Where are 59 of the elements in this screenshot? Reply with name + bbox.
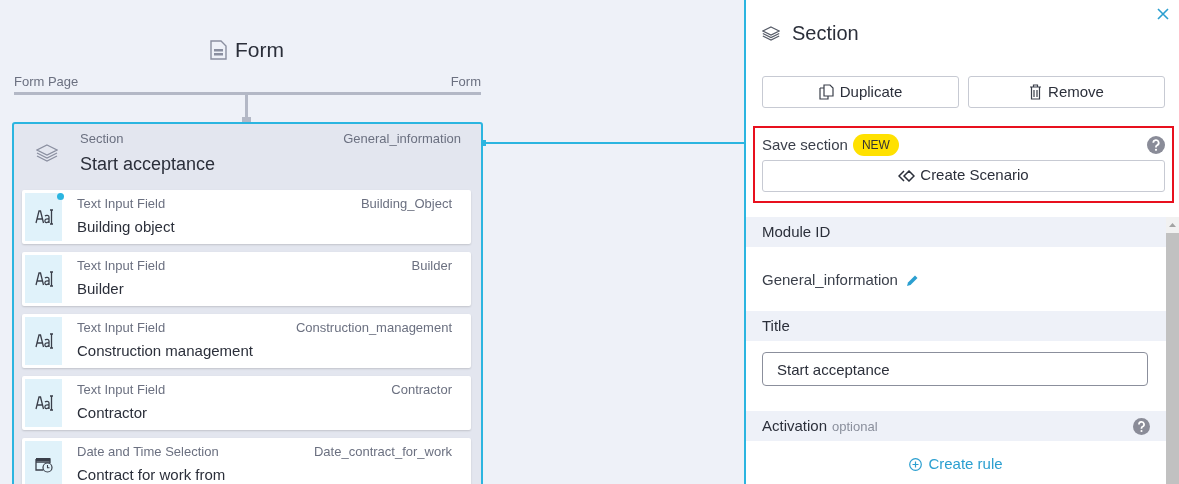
help-icon[interactable] (1147, 136, 1165, 155)
scrollbar[interactable] (1166, 217, 1179, 484)
create-scenario-button[interactable]: Create Scenario (762, 159, 1165, 192)
new-badge: NEW (852, 134, 899, 157)
field-card[interactable]: Text Input Field Building_Object Building object (22, 189, 471, 244)
section-id: General_information (343, 130, 461, 148)
field-title: Building object (77, 217, 176, 237)
field-id: Builder (411, 256, 452, 275)
field-title: Construction management (77, 341, 254, 361)
pencil-icon[interactable] (905, 273, 919, 287)
form-icon (210, 39, 227, 60)
module-id-value: General_information (762, 269, 898, 290)
optional-note: optional (832, 417, 878, 436)
section-heading: Module ID (762, 221, 831, 242)
field-card[interactable]: Date and Time Selection Date_contract_for_work Contract for work from (22, 437, 471, 484)
section-title: Start acceptance (80, 152, 217, 176)
connector-node (242, 117, 251, 122)
text-field-icon (34, 270, 53, 287)
field-type: Text Input Field (77, 194, 166, 213)
field-id: Contractor (391, 380, 452, 399)
connector-node (481, 140, 486, 146)
section-type: Section (80, 130, 124, 148)
form-title: Form (235, 37, 284, 63)
copy-icon (818, 84, 834, 100)
field-type: Text Input Field (77, 256, 166, 275)
plus-circle-icon (909, 457, 923, 471)
field-card[interactable]: Text Input Field Contractor Contractor (22, 375, 471, 430)
section-heading: Title (762, 315, 790, 336)
text-field-icon (34, 394, 53, 411)
line-label: Form Page (14, 72, 79, 91)
title-input[interactable]: Start acceptance (762, 352, 1148, 386)
field-title: Contract for work from (77, 465, 227, 484)
trash-icon (1029, 84, 1043, 100)
help-icon[interactable] (1133, 417, 1150, 435)
remove-button[interactable]: Remove (968, 76, 1165, 108)
duplicate-button[interactable]: Duplicate (762, 76, 959, 108)
text-field-icon (34, 332, 53, 349)
field-id: Date_contract_for_work (314, 442, 452, 461)
field-id: Building_Object (360, 194, 452, 213)
calendar-clock-icon (34, 456, 53, 473)
field-title: Contractor (77, 403, 149, 423)
field-title: Builder (77, 279, 125, 299)
field-id: Construction_management (295, 318, 452, 337)
close-icon[interactable] (1157, 8, 1169, 20)
panel-title: Section (792, 21, 859, 46)
line-label: Form (450, 72, 481, 91)
up-arrow-icon[interactable] (1169, 223, 1176, 227)
field-type: Text Input Field (77, 318, 166, 337)
field-card[interactable]: Text Input Field Builder Builder (22, 251, 471, 306)
section-heading: Activation (762, 415, 828, 436)
field-type: Date and Time Selection (77, 442, 219, 461)
scenario-icon (898, 169, 916, 182)
save-label: Save section (762, 135, 848, 155)
layers-icon (762, 25, 780, 41)
section-card[interactable] (12, 122, 483, 484)
text-field-icon (34, 208, 53, 225)
layers-icon (36, 144, 58, 163)
field-card[interactable]: Text Input Field Construction_management Construction management (22, 313, 471, 368)
field-type: Text Input Field (77, 380, 166, 399)
